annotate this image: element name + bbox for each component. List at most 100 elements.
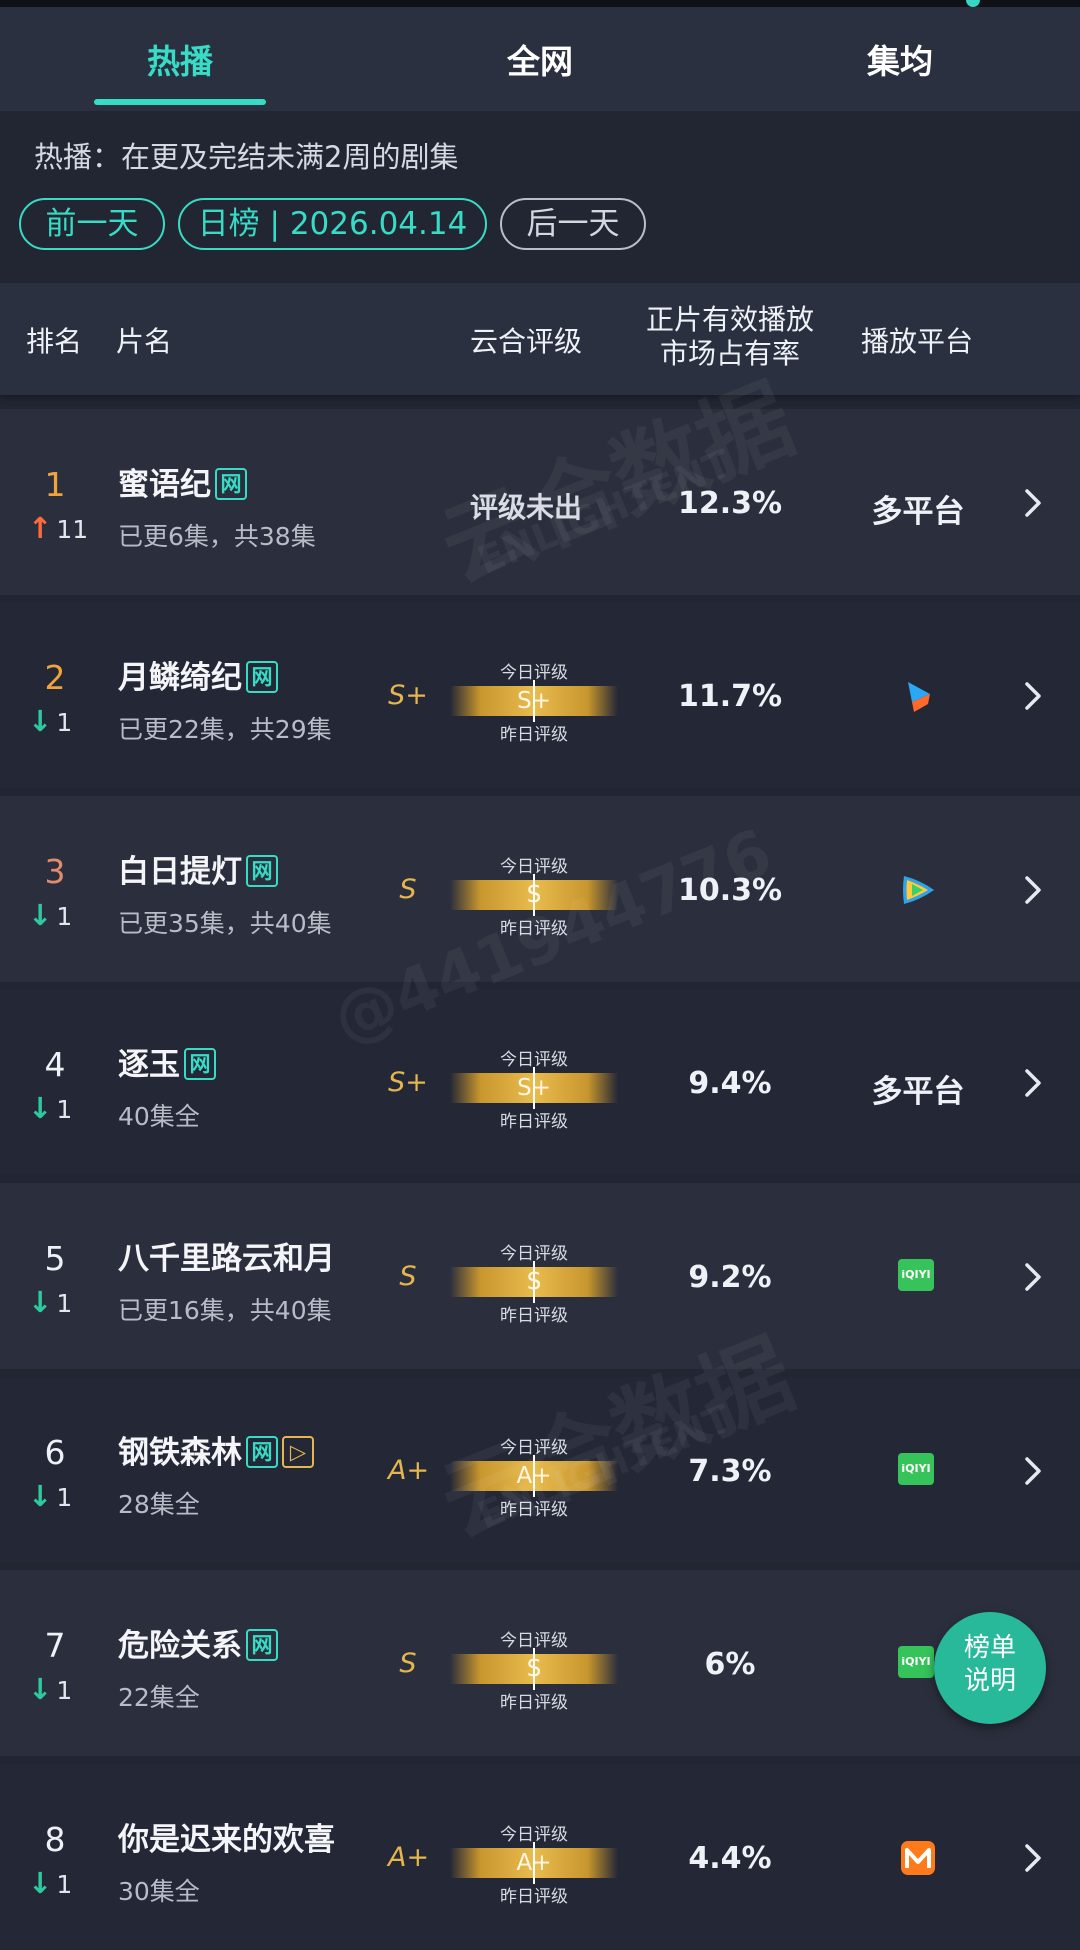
grade-letter: S <box>399 874 417 905</box>
chevron-right-icon[interactable] <box>1018 870 1048 910</box>
arrow-up-icon: ↑ <box>28 511 53 545</box>
tencent-video-icon <box>898 870 938 910</box>
chevron-right-icon[interactable] <box>1018 676 1048 716</box>
ranking-description: 热播：在更及完结未满2周的剧集 <box>34 140 459 174</box>
table-row[interactable]: 6 ↓ 1 钢铁森林网 ▷ 28集全 A+ 今日评级 A+ 昨日评级 7.3% iQIYI <box>0 1377 1080 1563</box>
grade-letter: S <box>399 1648 417 1679</box>
arrow-down-icon: ↓ <box>28 1672 53 1706</box>
episode-info: 22集全 <box>118 1683 200 1712</box>
grade-letter: S <box>399 1261 417 1292</box>
table-row[interactable]: 5 ↓ 1 八千里路云和月 已更16集，共40集 S 今日评级 S 昨日评级 9.2% iQIYI <box>0 1183 1080 1369</box>
market-share: 4.4% <box>688 1841 772 1876</box>
rank-number: 4 <box>44 1045 66 1084</box>
episode-info: 28集全 <box>118 1490 200 1519</box>
table-row[interactable]: 3 ↓ 1 白日提灯网已更35集，共40集 S 今日评级 S 昨日评级 10.3% <box>0 796 1080 982</box>
rank-change: ↓ 1 <box>28 898 72 932</box>
platform-label: 多平台 <box>871 1074 965 1110</box>
table-row[interactable]: 8 ↓ 1 你是迟来的欢喜 30集全 A+ 今日评级 A+ 昨日评级 4.4% <box>0 1764 1080 1950</box>
arrow-down-icon: ↓ <box>28 898 53 932</box>
online-drama-badge: 网 <box>246 854 278 887</box>
drama-title-text: 蜜语纪 <box>118 467 211 503</box>
exclusive-badge: ▷ <box>282 1435 314 1468</box>
top-status-line <box>0 0 1080 7</box>
table-row[interactable]: 7 ↓ 1 危险关系网 22集全 S 今日评级 S 昨日评级 6% iQIYI <box>0 1570 1080 1756</box>
current-date-selector[interactable]: 日榜 | 2026.04.14 <box>178 198 487 250</box>
yesterday-grade-label: 昨日评级 <box>500 725 568 745</box>
table-row[interactable]: 2 ↓ 1 月鳞绮纪网已更22集，共29集 S+ 今日评级 S+ 昨日评级 11.7% <box>0 602 1080 788</box>
online-drama-badge: 网 <box>246 1628 278 1661</box>
drama-title: 逐玉网 <box>118 1039 216 1084</box>
grade-bar-value: S <box>526 882 542 908</box>
market-share: 7.3% <box>688 1454 772 1489</box>
drama-title: 八千里路云和月 <box>118 1233 335 1278</box>
chevron-right-icon[interactable] <box>1018 1451 1048 1491</box>
active-tab-indicator <box>94 99 266 105</box>
iqiyi-logo-text: iQIYI <box>898 1259 934 1291</box>
table-row[interactable]: 4 ↓ 1 逐玉网 40集全 S+ 今日评级 S+ 昨日评级 9.4% 多平台 <box>0 989 1080 1175</box>
grade-comparison-bar: 今日评级 S+ 昨日评级 <box>450 658 618 745</box>
chevron-right-icon[interactable] <box>1018 483 1048 523</box>
drama-title-text: 白日提灯 <box>118 854 242 890</box>
drama-title: 钢铁森林网 ▷ <box>118 1427 314 1472</box>
episode-info: 已更22集，共29集 <box>118 715 332 744</box>
yesterday-grade-label: 昨日评级 <box>500 1112 568 1132</box>
rank-change: ↓ 1 <box>28 704 72 738</box>
drama-title: 白日提灯网 <box>118 846 278 891</box>
fab-line2: 说明 <box>963 1666 1016 1696</box>
rank-change-value: 11 <box>56 515 89 544</box>
grade-bar-value: S <box>526 1269 542 1295</box>
header-platform: 播放平台 <box>861 325 974 358</box>
header-market-share: 正片有效播放 市场占有率 <box>640 303 820 371</box>
chevron-right-icon[interactable] <box>1018 1063 1048 1103</box>
drama-title: 你是迟来的欢喜 <box>118 1814 335 1859</box>
prev-day-button[interactable]: 前一天 <box>19 198 165 250</box>
rank-change-value: 1 <box>56 1289 73 1318</box>
header-share-line2: 市场占有率 <box>659 337 800 370</box>
yesterday-grade-label: 昨日评级 <box>500 1693 568 1713</box>
rank-number: 1 <box>44 465 66 504</box>
header-name: 片名 <box>116 325 173 358</box>
iqiyi-icon: iQIYI <box>898 1644 938 1684</box>
tab-per-episode[interactable]: 集均 <box>720 7 1080 111</box>
drama-title-text: 你是迟来的欢喜 <box>118 1822 335 1858</box>
ranking-explanation-button[interactable]: 榜单 说明 <box>934 1612 1046 1724</box>
rank-change: ↓ 1 <box>28 1866 72 1900</box>
rank-number: 2 <box>44 658 66 697</box>
market-share: 11.7% <box>677 679 783 714</box>
grade-letter: A+ <box>388 1455 430 1486</box>
rank-change: ↓ 1 <box>28 1672 72 1706</box>
rank-change-value: 1 <box>56 1095 73 1124</box>
header-grade: 云合评级 <box>470 325 583 358</box>
grade-bar-value: A+ <box>516 1850 552 1876</box>
market-share: 6% <box>704 1647 756 1682</box>
episode-info: 已更6集，共38集 <box>118 522 316 551</box>
rank-change: ↓ 1 <box>28 1091 72 1125</box>
table-header: 排名 片名 云合评级 正片有效播放 市场占有率 播放平台 <box>0 283 1080 395</box>
iqiyi-logo-text: iQIYI <box>898 1646 934 1678</box>
tab-bar: 热播 全网 集均 <box>0 7 1080 111</box>
grade-comparison-bar: 今日评级 S 昨日评级 <box>450 852 618 939</box>
youku-icon <box>898 676 938 716</box>
grade-bar-value: S <box>526 1656 542 1682</box>
market-share: 9.2% <box>688 1260 772 1295</box>
tab-all-network[interactable]: 全网 <box>360 7 720 111</box>
online-drama-badge: 网 <box>215 467 247 500</box>
grade-comparison-bar: 今日评级 S+ 昨日评级 <box>450 1045 618 1132</box>
grade-status: 评级未出 <box>469 491 582 524</box>
rank-change-value: 1 <box>56 1870 73 1899</box>
yesterday-grade-label: 昨日评级 <box>500 1887 568 1907</box>
next-day-button[interactable]: 后一天 <box>500 198 646 250</box>
market-share: 9.4% <box>688 1066 772 1101</box>
drama-title-text: 逐玉 <box>118 1047 180 1083</box>
arrow-down-icon: ↓ <box>28 704 53 738</box>
grade-comparison-bar: 今日评级 A+ 昨日评级 <box>450 1433 618 1520</box>
drama-title-text: 月鳞绮纪 <box>118 660 242 696</box>
chevron-right-icon[interactable] <box>1018 1838 1048 1878</box>
arrow-down-icon: ↓ <box>28 1866 53 1900</box>
arrow-down-icon: ↓ <box>28 1091 53 1125</box>
arrow-down-icon: ↓ <box>28 1479 53 1513</box>
tab-hot[interactable]: 热播 <box>0 7 360 111</box>
table-row[interactable]: 1 ↑ 11 蜜语纪网已更6集，共38集 评级未出 12.3% 多平台 <box>0 409 1080 595</box>
chevron-right-icon[interactable] <box>1018 1257 1048 1297</box>
grade-comparison-bar: 今日评级 A+ 昨日评级 <box>450 1820 618 1907</box>
